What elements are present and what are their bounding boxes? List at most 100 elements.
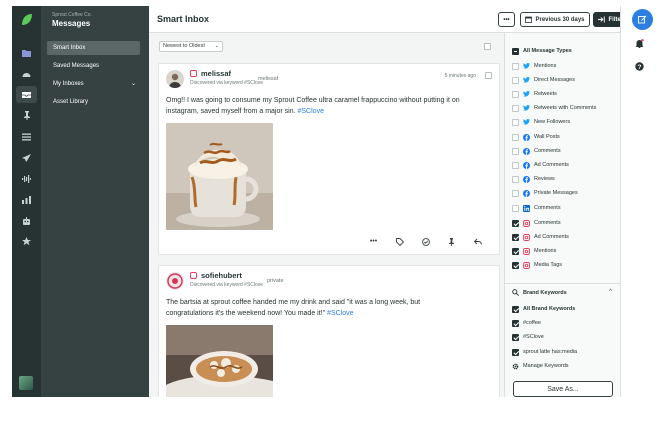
hashtag-link[interactable]: #SClove — [298, 108, 324, 115]
author-name[interactable]: melissaf melissaf — [201, 69, 278, 82]
message-body: The bartsia at sprout coffee handed me m… — [166, 299, 421, 317]
discovered-via: Discovered via keyword #SClove — [190, 80, 264, 86]
checkbox[interactable] — [512, 62, 519, 70]
save-as-button[interactable]: Save As... — [513, 381, 613, 397]
date-range-button[interactable]: Previous 30 days — [520, 12, 590, 27]
rail-bots-button[interactable] — [16, 212, 37, 229]
checkbox[interactable] — [512, 133, 519, 141]
manage-keywords-label: Manage Keywords — [523, 363, 569, 369]
twitter-icon — [523, 91, 530, 98]
filter-linkedin-comments[interactable]: Comments — [512, 203, 561, 213]
message-card[interactable]: sofiehubert private Discovered via keywor… — [158, 265, 500, 397]
sort-dropdown[interactable]: Newest to Oldest ⌄ — [159, 41, 223, 52]
checkbox[interactable] — [512, 175, 519, 183]
hashtag-link[interactable]: #SClove — [327, 310, 353, 317]
facebook-icon — [523, 189, 530, 197]
filter-facebook-private-messages[interactable]: Private Messages — [512, 188, 578, 198]
icon-rail — [12, 6, 41, 397]
author-name[interactable]: sofiehubert private — [201, 271, 284, 284]
rail-publish-button[interactable] — [16, 149, 37, 166]
nav-item-asset-library[interactable]: Asset Library — [47, 95, 140, 109]
twitter-icon — [523, 119, 530, 126]
checkbox[interactable] — [512, 161, 519, 169]
manage-keywords-link[interactable]: Manage Keywords — [512, 361, 569, 371]
checkbox[interactable] — [512, 104, 519, 112]
bar-chart-icon — [22, 195, 31, 204]
more-actions-button[interactable]: ••• — [498, 12, 515, 27]
filter-instagram-media-tags[interactable]: Media Tags — [512, 260, 562, 270]
more-options-icon[interactable]: ••• — [369, 237, 378, 246]
checkbox[interactable] — [512, 189, 519, 197]
checkbox[interactable] — [512, 118, 519, 126]
rail-tasks-button[interactable] — [16, 128, 37, 145]
filter-twitter-direct-messages[interactable]: Direct Messages — [512, 75, 575, 85]
checkbox[interactable] — [512, 147, 519, 155]
checkbox-checked[interactable] — [512, 219, 519, 227]
message-photo[interactable] — [166, 123, 273, 230]
checkbox-checked[interactable] — [512, 305, 519, 313]
sprout-logo-icon[interactable] — [20, 13, 33, 26]
checkbox-indeterminate[interactable] — [512, 47, 519, 55]
checkbox[interactable] — [512, 90, 519, 98]
filter-facebook-reviews[interactable]: Reviews — [512, 174, 555, 184]
filter-facebook-wall-posts[interactable]: Wall Posts — [512, 132, 560, 142]
tag-icon[interactable] — [395, 237, 404, 246]
rail-folder-button[interactable] — [16, 44, 37, 61]
checkbox[interactable] — [512, 204, 519, 212]
filter-instagram-mentions[interactable]: Mentions — [512, 246, 556, 256]
message-actions: ••• — [369, 237, 482, 246]
filter-twitter-mentions[interactable]: Mentions — [512, 61, 556, 71]
inbox-icon — [22, 91, 31, 98]
filter-facebook-comments[interactable]: Comments — [512, 146, 561, 156]
list-icon — [22, 133, 31, 140]
rail-dashboard-button[interactable] — [16, 65, 37, 82]
filter-twitter-retweets[interactable]: Retweets — [512, 89, 557, 99]
checkbox-checked[interactable] — [512, 333, 519, 341]
filter-twitter-retweets-with-comments[interactable]: Retweets with Comments — [512, 103, 596, 113]
avatar[interactable] — [166, 272, 184, 290]
complete-check-icon[interactable] — [421, 237, 430, 246]
message-card[interactable]: melissaf melissaf Discovered via keyword … — [158, 63, 500, 255]
filter-label: Direct Messages — [534, 77, 575, 83]
checkbox-checked[interactable] — [512, 261, 519, 269]
rail-inbox-button[interactable] — [16, 86, 37, 103]
nav-item-my-inboxes[interactable]: My Inboxes ⌄ — [47, 77, 140, 91]
bell-icon[interactable] — [635, 39, 644, 48]
filter-twitter-new-followers[interactable]: New Followers — [512, 117, 570, 127]
message-checkbox[interactable] — [485, 72, 492, 79]
checkbox-checked[interactable] — [512, 319, 519, 327]
nav-item-smart-inbox[interactable]: Smart Inbox — [47, 41, 140, 55]
help-icon[interactable]: ? — [635, 62, 644, 71]
rail-pin-button[interactable] — [16, 107, 37, 124]
rail-reports-button[interactable] — [16, 191, 37, 208]
chevron-down-icon: ⌄ — [214, 43, 219, 49]
checkbox-checked[interactable] — [512, 348, 519, 356]
rail-listening-button[interactable] — [16, 170, 37, 187]
avatar[interactable] — [166, 70, 184, 88]
reply-icon[interactable] — [473, 237, 482, 246]
compose-button[interactable] — [632, 9, 653, 30]
message-photo[interactable] — [166, 325, 273, 397]
pin-icon[interactable] — [447, 237, 456, 246]
checkbox-checked[interactable] — [512, 233, 519, 241]
filter-keyword-coffee[interactable]: #coffee — [512, 318, 541, 328]
select-all-checkbox[interactable] — [484, 43, 491, 50]
filter-keyword-sprout-latte[interactable]: sprout latte has:media — [512, 347, 577, 357]
compose-pencil-icon — [638, 15, 647, 24]
filter-all-brand-keywords[interactable]: All Brand Keywords — [512, 304, 575, 314]
nav-item-saved-messages[interactable]: Saved Messages — [47, 59, 140, 73]
user-avatar[interactable] — [19, 376, 33, 390]
filter-instagram-ad-comments[interactable]: Ad Comments — [512, 232, 569, 242]
chevron-up-icon[interactable]: ^ — [609, 289, 612, 295]
paper-plane-icon — [22, 153, 31, 162]
filter-label: All Message Types — [523, 48, 572, 54]
filter-keyword-sclove[interactable]: #SClove — [512, 332, 544, 342]
brand-keywords-header[interactable]: Brand Keywords — [512, 289, 567, 296]
filter-all-message-types[interactable]: All Message Types — [512, 46, 572, 56]
rail-reviews-button[interactable] — [16, 233, 37, 250]
filter-instagram-comments[interactable]: Comments — [512, 218, 561, 228]
checkbox-checked[interactable] — [512, 247, 519, 255]
checkbox[interactable] — [512, 76, 519, 84]
instagram-icon — [190, 70, 197, 77]
filter-facebook-ad-comments[interactable]: Ad Comments — [512, 160, 569, 170]
